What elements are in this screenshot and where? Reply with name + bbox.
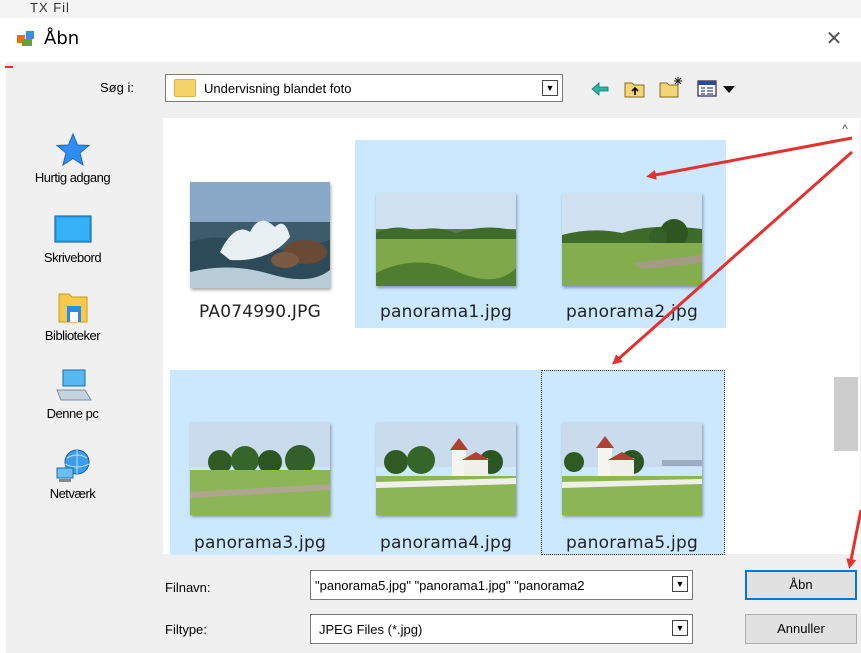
app-icon [17,31,34,46]
file-name: PA074990.JPG [199,302,321,322]
file-name: panorama5.jpg [566,533,698,553]
background-window-text: TX Fil [30,0,70,15]
cancel-button[interactable]: Annuller [745,614,857,644]
file-thumbnail[interactable] [190,422,330,515]
network-icon [53,448,93,484]
place-quick-access[interactable]: Hurtig adgang [10,132,135,185]
filename-input[interactable]: "panorama5.jpg" "panorama1.jpg" "panoram… [310,570,693,600]
filename-value: "panorama5.jpg" "panorama1.jpg" "panoram… [315,578,585,593]
file-thumbnail[interactable] [376,422,516,515]
scroll-thumb[interactable] [834,377,858,451]
file-name: panorama2.jpg [566,302,698,322]
place-network[interactable]: Netværk [10,448,135,501]
open-button[interactable]: Åbn [745,570,857,600]
filetype-value: JPEG Files (*.jpg) [319,622,423,637]
place-libraries[interactable]: Biblioteker [10,290,135,343]
look-in-combo[interactable]: Undervisning blandet foto ▼ [165,74,563,102]
place-label: Netværk [49,486,96,501]
desktop-icon [53,212,93,248]
title-bar: Åbn ✕ [0,18,861,62]
place-label: Skrivebord [43,250,102,265]
file-thumbnail[interactable] [562,422,702,515]
chevron-down-icon[interactable]: ▼ [542,80,558,96]
filetype-label: Filtype: [165,622,207,637]
scroll-up-icon[interactable]: ^ [838,122,852,136]
folder-icon [174,79,196,97]
file-thumbnail[interactable] [562,193,702,286]
look-in-value: Undervisning blandet foto [204,81,352,96]
chevron-down-icon[interactable]: ▼ [672,576,688,592]
star-icon [53,132,93,168]
file-thumbnail[interactable] [190,182,330,288]
file-name: panorama1.jpg [380,302,512,322]
file-thumbnail[interactable] [376,193,516,286]
annotation-mark [5,66,13,68]
filetype-select[interactable]: JPEG Files (*.jpg) ▼ [310,614,693,644]
up-folder-icon[interactable] [624,79,646,99]
file-name: panorama4.jpg [380,533,512,553]
place-label: Hurtig adgang [34,170,111,185]
new-folder-icon[interactable] [659,76,683,99]
back-arrow-icon[interactable] [590,80,610,98]
background-window-strip: TX Fil [0,0,861,19]
library-icon [53,290,93,326]
place-desktop[interactable]: Skrivebord [10,212,135,265]
place-label: Biblioteker [44,328,101,343]
filename-label: Filnavn: [165,580,211,595]
computer-icon [53,368,93,404]
place-label: Denne pc [46,406,99,421]
look-in-label: Søg i: [100,80,134,95]
vertical-scrollbar[interactable] [830,118,860,554]
view-menu-icon[interactable] [697,80,739,98]
place-this-pc[interactable]: Denne pc [10,368,135,421]
close-icon[interactable]: ✕ [819,24,849,54]
chevron-down-icon[interactable]: ▼ [672,620,688,636]
window-title: Åbn [44,28,80,49]
file-name: panorama3.jpg [194,533,326,553]
